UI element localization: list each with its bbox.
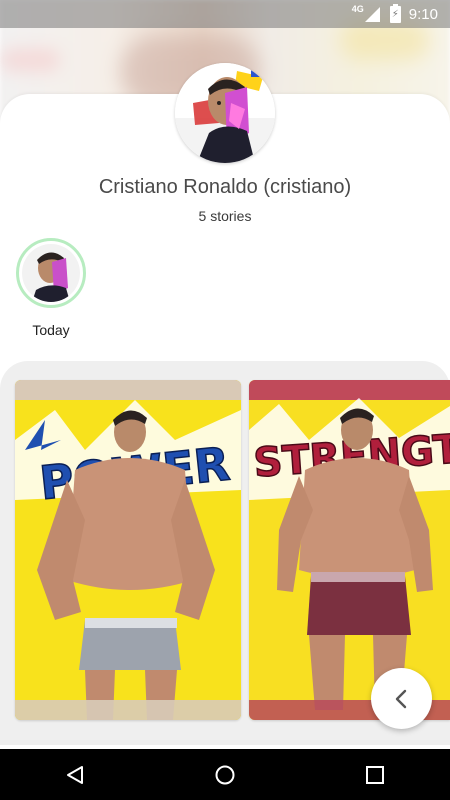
chevron-left-icon [395,689,406,708]
highlight-today[interactable] [16,238,86,308]
avatar-image [175,63,275,163]
back-triangle-icon [67,765,83,784]
clock: 9:10 [408,5,438,23]
back-fab-button[interactable] [371,668,432,729]
system-navigation-bar [0,749,450,800]
home-circle-icon [215,765,235,784]
story-thumbnail: POWER [15,380,241,720]
highlight-label: Today [32,322,70,338]
screen: 4G ⚡ 9:10 Cristiano Ronaldo (cristiano) … [0,0,450,800]
story-card[interactable]: STRENGTH [249,380,450,720]
signal-icon [364,6,380,22]
profile-name: Cristiano Ronaldo (cristiano) [98,176,352,198]
story-card[interactable]: POWER [15,380,241,720]
highlight-thumbnail [22,244,80,302]
battery-icon: ⚡ [389,3,401,23]
profile-avatar[interactable] [175,63,275,163]
nav-home-button[interactable] [195,755,255,795]
story-count: 5 stories [198,208,252,224]
nav-back-button[interactable] [45,755,105,795]
recents-square-icon [366,765,384,784]
network-type: 4G [351,4,364,14]
status-bar: 4G ⚡ 9:10 [0,0,450,28]
background-blur-shape [0,48,60,72]
story-thumbnail: STRENGTH [249,380,450,720]
nav-recents-button[interactable] [345,755,405,795]
